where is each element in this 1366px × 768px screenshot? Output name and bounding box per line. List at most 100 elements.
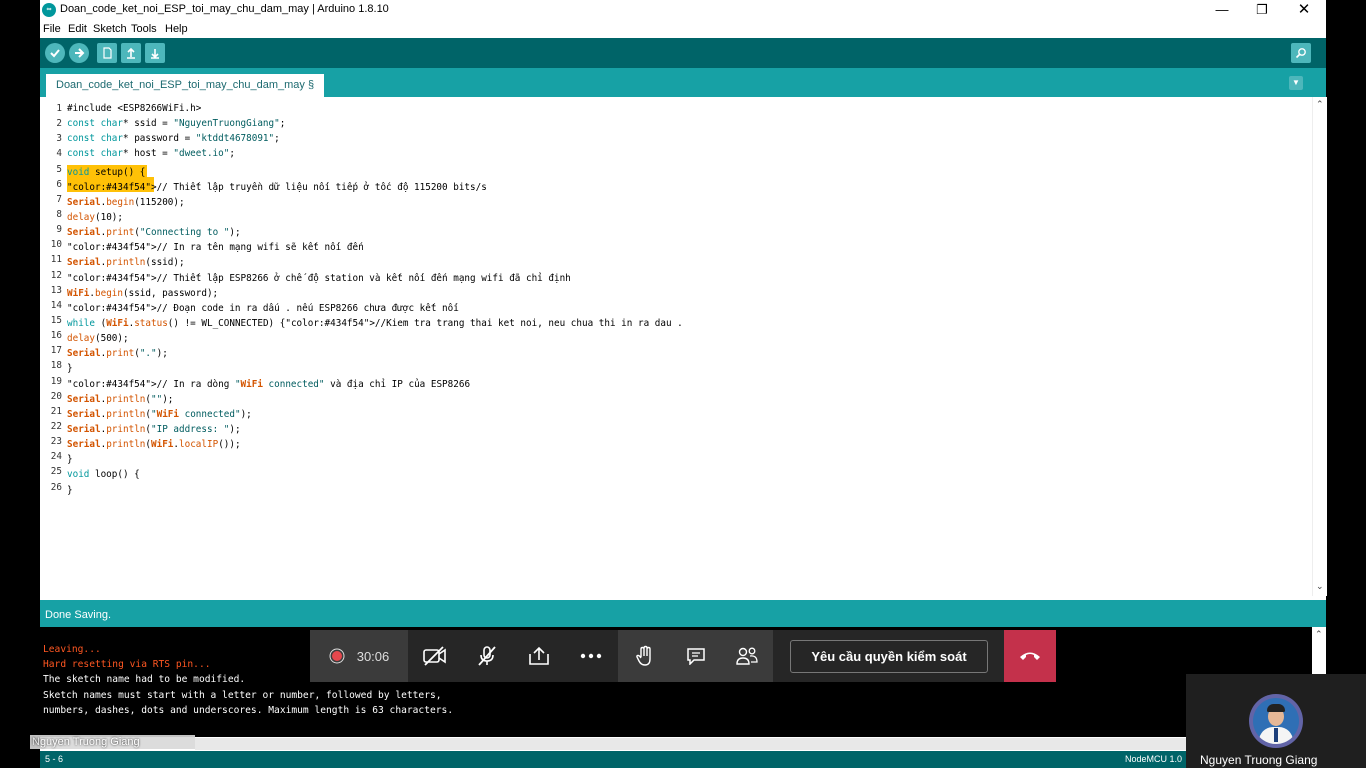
- line-number: 21: [50, 405, 62, 417]
- line-number: 12: [50, 269, 62, 281]
- raise-hand-button[interactable]: [620, 645, 670, 667]
- code-line: void setup() {: [67, 164, 148, 180]
- bottom-status-bar: 5 - 6 NodeMCU 1.0: [40, 751, 1326, 768]
- line-number: 15: [50, 314, 62, 326]
- line-number: 19: [50, 375, 62, 387]
- tab-sketch[interactable]: Doan_code_ket_noi_ESP_toi_may_chu_dam_ma…: [46, 74, 325, 97]
- status-bar: Done Saving.: [40, 600, 1326, 627]
- meeting-timer: 30:06: [356, 648, 390, 664]
- more-options-button[interactable]: [570, 630, 612, 682]
- code-line: Serial.print(".");: [67, 348, 168, 360]
- avatar-photo: [1253, 698, 1299, 744]
- share-screen-button[interactable]: [518, 630, 560, 682]
- save-sketch-button[interactable]: [145, 43, 165, 63]
- presenter-name-overlay: Nguyen Truong Giang: [30, 735, 195, 749]
- code-line: delay(10);: [67, 211, 123, 223]
- line-number: 23: [50, 436, 62, 448]
- microphone-toggle-button[interactable]: [466, 630, 508, 682]
- console-horizontal-scrollbar[interactable]: [195, 738, 1325, 750]
- code-line: Serial.print("Connecting to ");: [67, 227, 241, 239]
- minimize-button[interactable]: —: [1202, 0, 1242, 20]
- tab-menu-button[interactable]: ▼: [1289, 76, 1303, 90]
- participants-icon: [735, 647, 758, 665]
- chat-icon: [686, 648, 705, 665]
- menu-bar: File Edit Sketch Tools Help: [40, 20, 1326, 38]
- new-sketch-button[interactable]: [97, 43, 117, 63]
- console-line: Sketch names must start with a letter or…: [43, 689, 442, 701]
- meeting-actions-group: [618, 630, 773, 682]
- serial-monitor-button[interactable]: [1291, 43, 1311, 63]
- code-line: Serial.begin(115200);: [67, 196, 185, 208]
- tab-bar: Doan_code_ket_noi_ESP_toi_may_chu_dam_ma…: [40, 68, 1326, 97]
- menu-sketch[interactable]: Sketch: [93, 23, 127, 35]
- code-line: while (WiFi.status() != WL_CONNECTED) {"…: [67, 317, 683, 329]
- close-button[interactable]: ✕: [1284, 0, 1324, 20]
- line-number: 1: [56, 103, 62, 114]
- code-line: const char* password = "ktddt4678091";: [67, 133, 280, 145]
- participants-button[interactable]: [722, 646, 772, 666]
- upload-button[interactable]: [69, 43, 89, 63]
- code-area[interactable]: #include <ESP8266WiFi.h> const char* ssid…: [67, 101, 683, 498]
- status-message: Done Saving.: [45, 609, 112, 621]
- end-call-button[interactable]: [1004, 630, 1056, 682]
- cursor-position: 5 - 6: [45, 754, 64, 764]
- code-line: void loop() {: [67, 469, 140, 481]
- menu-edit[interactable]: Edit: [68, 23, 87, 35]
- request-control-label: Yêu cầu quyền kiểm soát: [811, 649, 967, 664]
- line-number: 17: [50, 345, 62, 357]
- check-icon: [50, 49, 60, 58]
- window-title: Doan_code_ket_noi_ESP_toi_may_chu_dam_ma…: [60, 3, 389, 15]
- line-number: 5: [56, 163, 62, 175]
- line-number: 25: [50, 466, 62, 478]
- scroll-up-icon[interactable]: ⌃: [1316, 99, 1324, 110]
- restore-button[interactable]: ❐: [1242, 0, 1282, 20]
- menu-help[interactable]: Help: [165, 23, 188, 35]
- line-number: 3: [56, 133, 62, 145]
- presenter-name: Nguyen Truong Giang: [32, 736, 140, 748]
- title-bar: ∞ Doan_code_ket_noi_ESP_toi_may_chu_dam_…: [40, 0, 1326, 20]
- share-tray-icon: [529, 646, 549, 665]
- line-number: 10: [50, 239, 62, 251]
- verify-button[interactable]: [45, 43, 65, 63]
- code-line: delay(500);: [67, 333, 129, 345]
- camera-toggle-button[interactable]: [414, 630, 456, 682]
- avatar: [1249, 694, 1303, 748]
- code-line: const char* ssid = "NguyenTruongGiang";: [67, 118, 286, 130]
- code-line: }: [67, 363, 73, 375]
- code-line: Serial.println("IP address: ");: [67, 423, 241, 435]
- line-number-gutter: 1 2 3 4 5 6 7 8 9 10 11 12 13 14 15 16 17 18 19 20 21 22 23 24 2…: [40, 101, 62, 495]
- chat-button[interactable]: [670, 647, 722, 665]
- code-line: "color:#434f54">// Đoạn code in ra dấu .…: [67, 302, 459, 314]
- participant-name: Nguyen Truong Giang: [1200, 753, 1318, 767]
- line-number: 26: [50, 481, 62, 493]
- line-number: 11: [50, 254, 62, 266]
- code-line: WiFi.begin(ssid, password);: [67, 287, 219, 299]
- record-icon: [329, 648, 345, 664]
- code-line: Serial.println(WiFi.localIP());: [67, 439, 241, 451]
- console-scroll-up-icon[interactable]: ⌃: [1315, 629, 1323, 640]
- microphone-off-icon: [478, 646, 496, 666]
- participant-video-tile[interactable]: Nguyen Truong Giang: [1186, 674, 1366, 768]
- line-number: 8: [56, 208, 62, 220]
- request-control-button[interactable]: Yêu cầu quyền kiểm soát: [790, 640, 988, 673]
- save-arrow-down-icon: [151, 49, 159, 59]
- line-number: 2: [56, 118, 62, 130]
- scroll-down-icon[interactable]: ⌄: [1316, 581, 1324, 592]
- menu-tools[interactable]: Tools: [131, 23, 157, 35]
- code-editor[interactable]: 1 2 3 4 5 6 7 8 9 10 11 12 13 14 15 16 17 18 19 20 21 22 23 24 2…: [40, 97, 1327, 596]
- open-sketch-button[interactable]: [121, 43, 141, 63]
- line-number: 18: [50, 360, 62, 372]
- line-number: 4: [56, 148, 62, 160]
- hang-up-icon: [1020, 652, 1040, 660]
- hand-icon: [635, 645, 651, 666]
- editor-scrollbar[interactable]: ⌃ ⌄: [1312, 97, 1327, 596]
- line-number: 14: [50, 299, 62, 311]
- arduino-logo-icon: ∞: [42, 3, 56, 17]
- line-number: 7: [56, 193, 62, 205]
- menu-file[interactable]: File: [43, 23, 61, 35]
- code-line: Serial.println(ssid);: [67, 257, 185, 269]
- meeting-control-bar: 30:06 Yêu cầu quyền kiểm soát: [310, 630, 1056, 682]
- board-name: NodeMCU 1.0: [1125, 754, 1183, 764]
- code-line: Serial.println("WiFi connected");: [67, 408, 252, 420]
- line-number: 24: [50, 451, 62, 463]
